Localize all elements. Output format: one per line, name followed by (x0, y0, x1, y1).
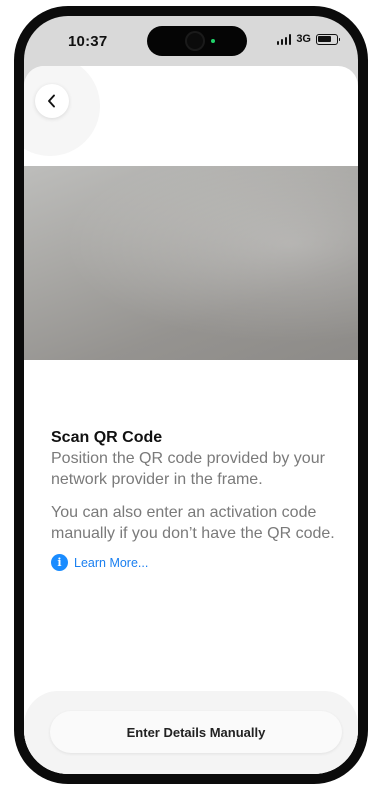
status-indicators: 3G (276, 33, 340, 45)
instruction-text: Position the QR code provided by your ne… (51, 450, 325, 488)
phone-screen: 10:37 3G Scan QR Code Position the QR co… (24, 16, 358, 774)
status-bar: 10:37 3G (24, 16, 358, 68)
info-icon: i (51, 554, 68, 571)
battery-icon (316, 33, 340, 45)
page-title: Scan QR Code (51, 429, 163, 446)
network-type: 3G (296, 33, 311, 45)
camera-preview (24, 166, 358, 360)
enter-details-manually-button[interactable]: Enter Details Manually (50, 711, 342, 753)
back-button[interactable] (35, 84, 69, 118)
learn-more-link[interactable]: i Learn More... (51, 554, 351, 571)
learn-more-label: Learn More... (74, 555, 149, 570)
signal-icon (276, 33, 292, 45)
status-time: 10:37 (68, 33, 108, 50)
dynamic-island (147, 26, 247, 56)
alternative-text: You can also enter an activation code ma… (51, 504, 335, 542)
camera-icon (185, 31, 205, 51)
camera-indicator-dot (211, 39, 215, 43)
scan-sheet: Scan QR Code Position the QR code provid… (24, 66, 358, 774)
chevron-left-icon (48, 94, 55, 108)
scan-instructions: Scan QR Code Position the QR code provid… (51, 428, 351, 571)
